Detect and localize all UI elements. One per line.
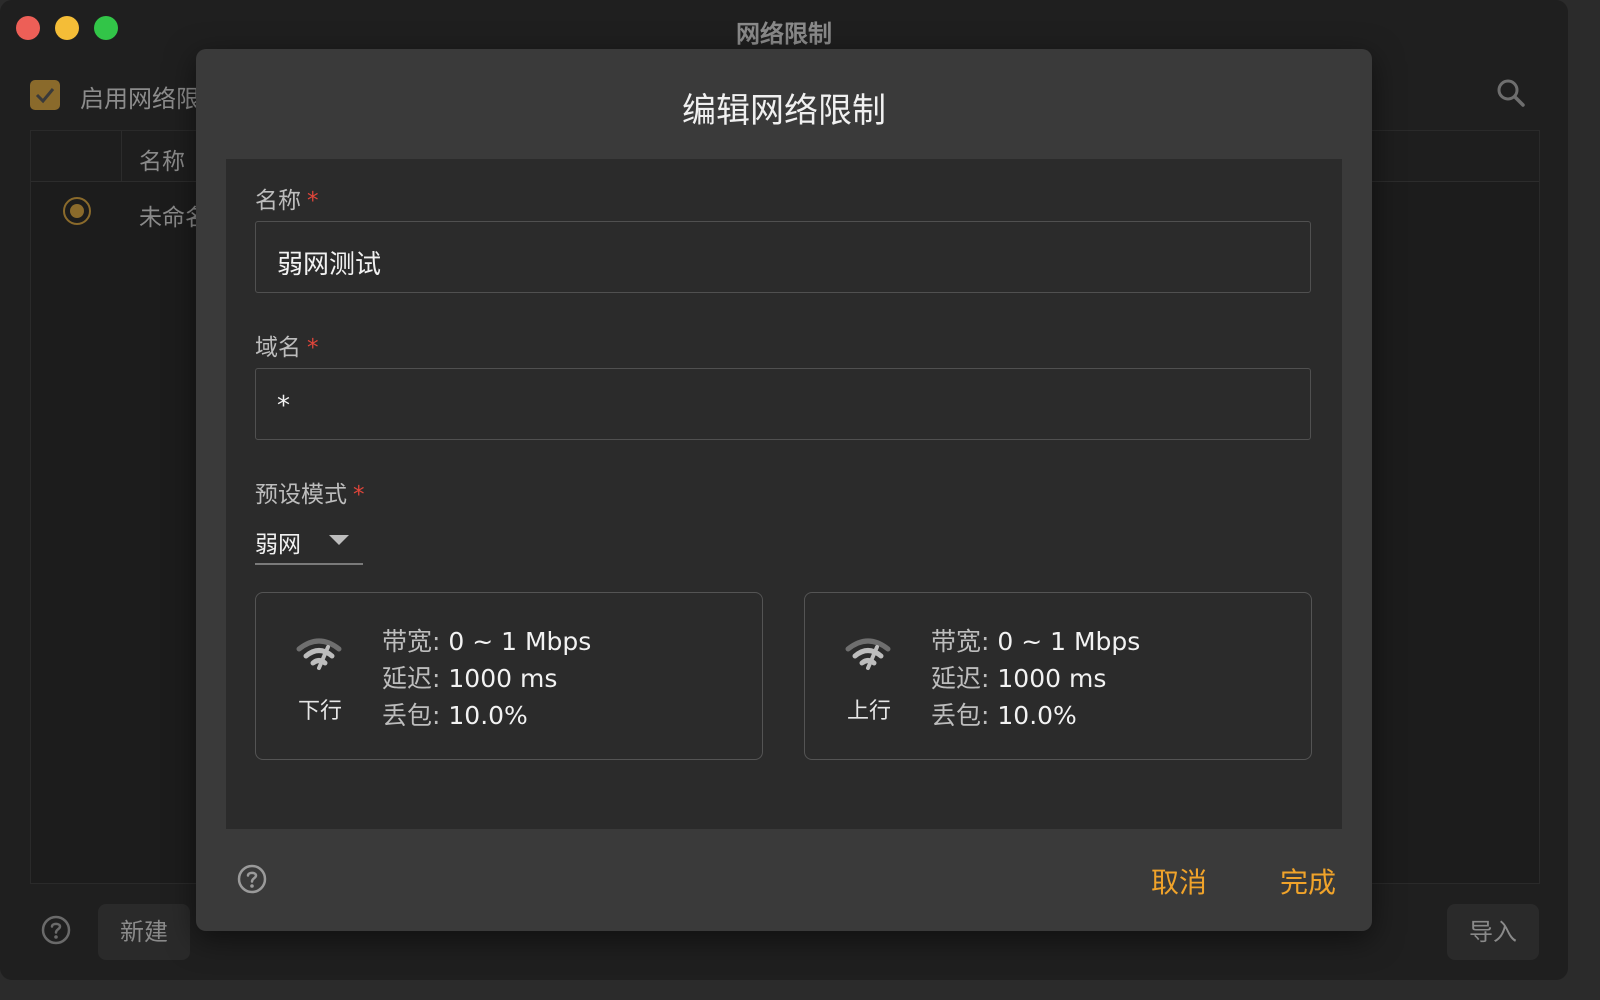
uplink-latency: 延迟: 1000 ms bbox=[931, 660, 1140, 697]
loss-key: 丢包: bbox=[931, 701, 990, 730]
latency-key: 延迟: bbox=[382, 664, 441, 693]
bandwidth-key: 带宽: bbox=[931, 627, 990, 656]
uplink-loss: 丢包: 10.0% bbox=[931, 697, 1140, 734]
name-input[interactable]: 弱网测试 bbox=[255, 221, 1311, 293]
loss-key: 丢包: bbox=[382, 701, 441, 730]
uplink-label: 上行 bbox=[847, 699, 892, 724]
column-divider bbox=[121, 131, 122, 181]
downlink-label: 下行 bbox=[298, 699, 343, 724]
dialog-body: 名称 * 弱网测试 域名 * * 预设模式 * 弱网 下行 带宽: 0 ~ 1 … bbox=[226, 159, 1342, 829]
latency-key: 延迟: bbox=[931, 664, 990, 693]
search-icon[interactable] bbox=[1496, 78, 1526, 112]
latency-value: 1000 ms bbox=[997, 664, 1107, 693]
window-title: 网络限制 bbox=[736, 20, 832, 48]
domain-label-text: 域名 bbox=[255, 335, 301, 361]
loss-value: 10.0% bbox=[448, 701, 528, 730]
dialog-title: 编辑网络限制 bbox=[682, 91, 886, 131]
downlink-stats: 带宽: 0 ~ 1 Mbps 延迟: 1000 ms 丢包: 10.0% bbox=[382, 623, 591, 734]
bandwidth-value: 0 ~ 1 Mbps bbox=[448, 627, 592, 656]
enable-checkbox[interactable] bbox=[30, 80, 60, 110]
done-button[interactable]: 完成 bbox=[1280, 861, 1336, 901]
edit-dialog: 编辑网络限制 名称 * 弱网测试 域名 * * 预设模式 * 弱网 下行 带宽:… bbox=[196, 49, 1372, 931]
cancel-button[interactable]: 取消 bbox=[1151, 861, 1207, 901]
downlink-latency: 延迟: 1000 ms bbox=[382, 660, 591, 697]
name-label-text: 名称 bbox=[255, 188, 301, 214]
checkmark-icon bbox=[35, 88, 55, 104]
bandwidth-key: 带宽: bbox=[382, 627, 441, 656]
help-icon[interactable] bbox=[40, 914, 72, 950]
uplink-bandwidth: 带宽: 0 ~ 1 Mbps bbox=[931, 623, 1140, 660]
downlink-loss: 丢包: 10.0% bbox=[382, 697, 591, 734]
bandwidth-value: 0 ~ 1 Mbps bbox=[997, 627, 1141, 656]
name-input-value: 弱网测试 bbox=[277, 250, 382, 280]
domain-input-value: * bbox=[277, 391, 290, 421]
required-mark: * bbox=[307, 335, 319, 361]
new-button[interactable]: 新建 bbox=[98, 904, 190, 960]
downlink-card: 下行 带宽: 0 ~ 1 Mbps 延迟: 1000 ms 丢包: 10.0% bbox=[255, 592, 763, 760]
name-label: 名称 * bbox=[255, 181, 319, 215]
column-header-name[interactable]: 名称 bbox=[139, 142, 185, 176]
uplink-stats: 带宽: 0 ~ 1 Mbps 延迟: 1000 ms 丢包: 10.0% bbox=[931, 623, 1140, 734]
preset-label-text: 预设模式 bbox=[255, 482, 347, 508]
uplink-card: 上行 带宽: 0 ~ 1 Mbps 延迟: 1000 ms 丢包: 10.0% bbox=[804, 592, 1312, 760]
domain-label: 域名 * bbox=[255, 328, 319, 362]
latency-value: 1000 ms bbox=[448, 664, 558, 693]
enable-label: 启用网络限 bbox=[80, 85, 200, 113]
wifi-weak-icon bbox=[296, 637, 342, 675]
loss-value: 10.0% bbox=[997, 701, 1077, 730]
wifi-weak-icon bbox=[845, 637, 891, 675]
downlink-bandwidth: 带宽: 0 ~ 1 Mbps bbox=[382, 623, 591, 660]
help-icon[interactable] bbox=[236, 863, 268, 899]
preset-select[interactable]: 弱网 bbox=[255, 523, 363, 565]
import-button[interactable]: 导入 bbox=[1447, 904, 1539, 960]
required-mark: * bbox=[353, 482, 365, 508]
chevron-down-icon bbox=[329, 535, 349, 545]
domain-input[interactable]: * bbox=[255, 368, 1311, 440]
required-mark: * bbox=[307, 188, 319, 214]
row-radio[interactable] bbox=[63, 197, 91, 225]
preset-label: 预设模式 * bbox=[255, 475, 365, 509]
preset-select-value: 弱网 bbox=[255, 532, 301, 558]
